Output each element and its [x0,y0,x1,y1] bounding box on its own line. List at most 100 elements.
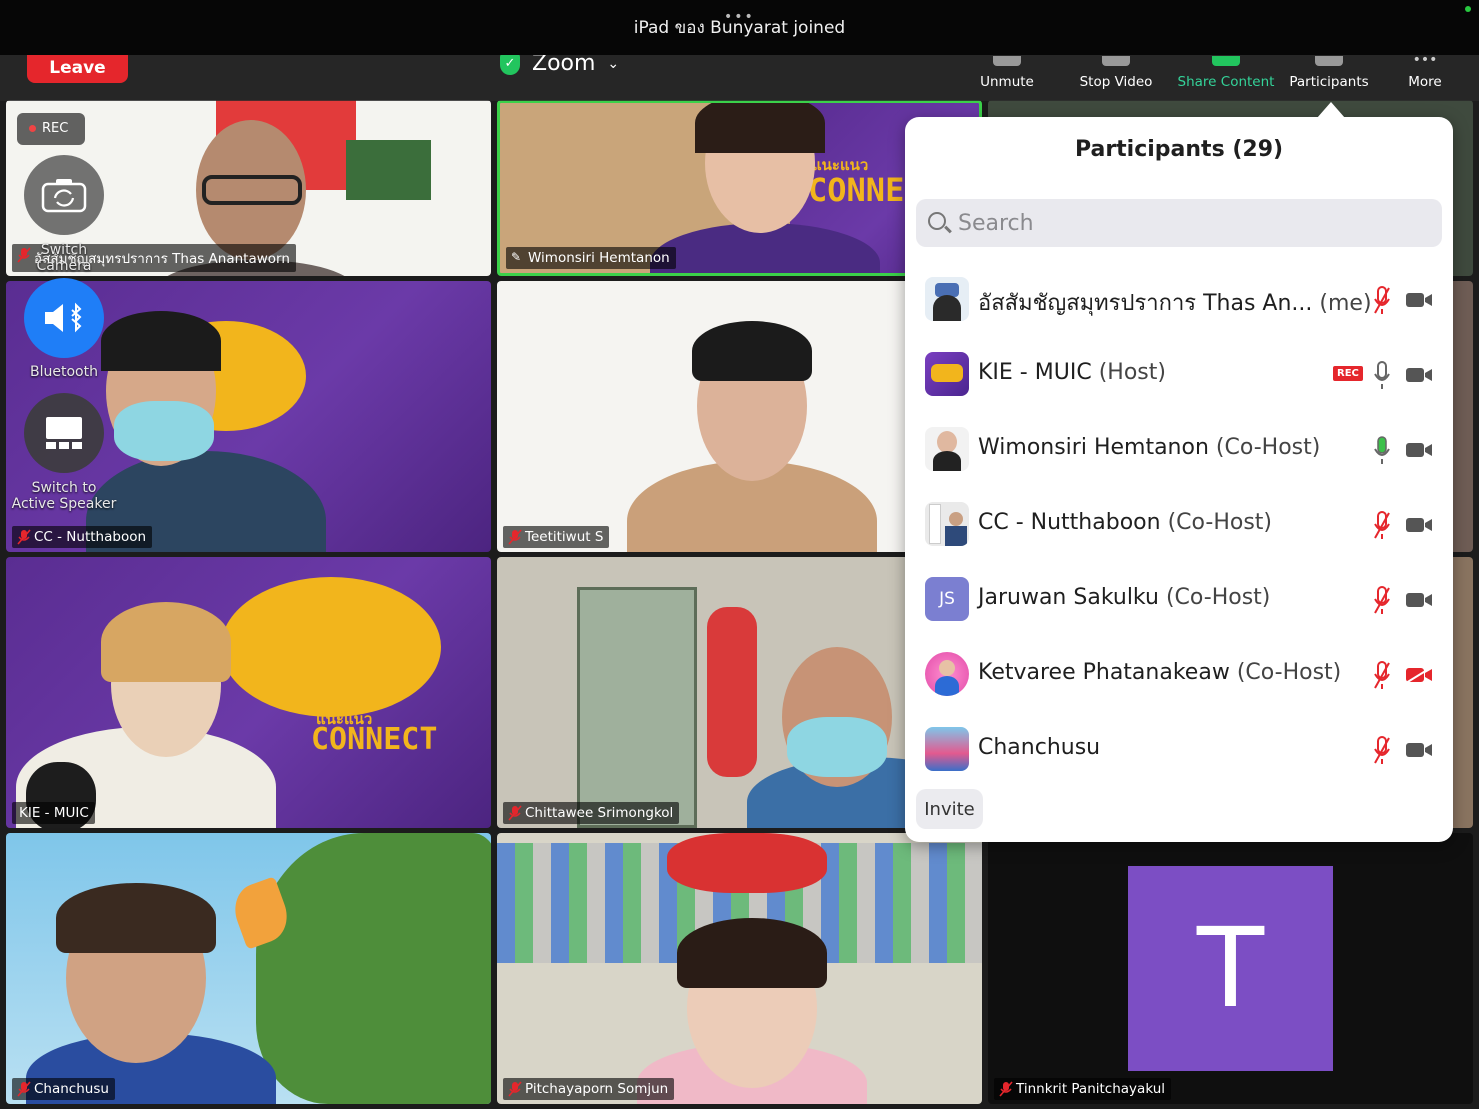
participant-row[interactable]: KIE - MUIC (Host) REC [905,338,1453,413]
mic-icon[interactable] [1373,360,1391,390]
tile-name: Chanchusu [34,1081,109,1097]
mic-muted-icon [508,529,522,545]
mic-muted-icon [999,1081,1013,1097]
participants-panel: Participants (29) อัสสัมชัญสมุทรปราการ T… [905,117,1453,842]
camera-indicator-icon [1465,6,1471,12]
video-camera-icon[interactable] [1405,516,1433,534]
share-icon [1212,56,1240,66]
mic-muted-icon[interactable] [1373,585,1391,615]
participants-icon [1315,56,1343,66]
mic-muted-icon[interactable] [1373,285,1391,315]
brain-graphic [221,577,441,717]
tile-name-tag: KIE - MUIC [12,802,95,824]
mic-muted-icon[interactable] [1373,735,1391,765]
video-tile[interactable]: Pitchayaporn Somjun [497,833,982,1104]
mic-muted-icon[interactable] [1373,660,1391,690]
popover-arrow [1317,102,1345,118]
mic-muted-icon[interactable] [1373,510,1391,540]
cabinet-graphic [577,587,697,828]
participant-name-text: Ketvaree Phatanakeaw [978,660,1230,685]
hair-graphic [695,103,825,153]
participant-name-text: Chanchusu [978,735,1101,760]
participant-role: (Co-Host) [1215,435,1321,460]
participant-row[interactable]: CC - Nutthaboon (Co-Host) [905,488,1453,563]
mic-muted-icon [993,56,1021,66]
switch-camera-button[interactable] [24,155,104,235]
recording-badge: REC [1333,366,1363,381]
participant-name: Ketvaree Phatanakeaw (Co-Host) [978,660,1341,685]
video-camera-icon[interactable] [1405,441,1433,459]
participant-name-text: Wimonsiri Hemtanon [978,435,1209,460]
more-button[interactable]: ••• More [1400,52,1450,90]
share-content-button[interactable]: Share Content [1172,56,1280,90]
recording-indicator: REC [17,113,85,145]
participant-row[interactable]: Ketvaree Phatanakeaw (Co-Host) [905,638,1453,713]
switch-active-speaker-label: Switch to Active Speaker [8,480,120,512]
participant-row[interactable]: Wimonsiri Hemtanon (Co-Host) [905,413,1453,488]
participant-role: (Co-Host) [1167,510,1272,535]
mic-muted-icon [17,529,31,545]
search-icon [928,212,946,230]
leave-button[interactable]: Leave [27,53,128,83]
active-speaker-icon [46,417,82,449]
participants-button[interactable]: Participants [1284,56,1374,90]
switch-active-line2: Active Speaker [11,496,117,512]
video-camera-icon[interactable] [1405,291,1433,309]
mic-speaking-icon[interactable] [1373,435,1391,465]
unmute-label: Unmute [980,74,1034,90]
participant-avatar [925,652,969,696]
tile-name: KIE - MUIC [19,805,89,821]
recording-label: REC [42,121,69,136]
face-mask-graphic [787,717,887,777]
hair-graphic [56,883,216,953]
search-box[interactable] [916,199,1442,247]
participant-initials-avatar: JS [925,577,969,621]
participant-role: (me) [1319,291,1372,316]
face-mask-graphic [114,401,214,461]
tile-name-tag: Teetitiwut S [503,526,610,548]
participant-avatar [925,502,969,546]
mic-muted-icon [17,1081,31,1097]
tile-name: Pitchayaporn Somjun [525,1081,669,1097]
chalkboard-graphic [346,140,431,200]
tile-name: Wimonsiri Hemtanon [528,250,670,266]
invite-button[interactable]: Invite [916,789,983,829]
audio-output-button[interactable] [24,278,104,358]
glasses-graphic [202,175,302,205]
more-label: More [1408,74,1442,90]
participant-avatar [925,427,969,471]
video-camera-off-icon[interactable] [1405,666,1433,684]
participant-row[interactable]: JS Jaruwan Sakulku (Co-Host) [905,563,1453,638]
tile-name: Teetitiwut S [525,529,604,545]
switch-active-speaker-button[interactable] [24,393,104,473]
video-camera-icon[interactable] [1405,591,1433,609]
search-input[interactable] [958,207,1428,239]
video-tile-avatar[interactable]: T Tinnkrit Panitchayakul [988,833,1473,1104]
participant-name: CC - Nutthaboon (Co-Host) [978,510,1272,535]
participant-name: อัสสัมชัญสมุทรปราการ Thas An... (me) [978,285,1372,320]
stop-video-button[interactable]: Stop Video [1074,56,1158,90]
recording-dot-icon [29,125,36,132]
video-tile[interactable]: Chanchusu [6,833,491,1104]
switch-camera-icon [41,179,87,213]
unmute-button[interactable]: Unmute [972,56,1042,90]
participant-row[interactable]: อัสสัมชัญสมุทรปราการ Thas An... (me) [905,263,1453,338]
hair-graphic [692,321,812,381]
mic-muted-icon [508,805,522,821]
tile-name-tag: Chittawee Srimongkol [503,802,680,824]
bow-decoration [667,833,827,893]
multitask-dots-icon[interactable]: ••• [724,10,755,24]
zoom-meeting-screen: ••• iPad ของ Bunyarat joined อัสสัมชัญสม… [0,0,1479,1109]
tile-name-tag: Chanchusu [12,1078,115,1100]
video-camera-icon[interactable] [1405,366,1433,384]
participant-avatar [925,277,969,321]
participant-row[interactable]: Chanchusu [905,713,1453,788]
participant-role: (Host) [1098,360,1166,385]
participants-title: Participants (29) [1074,137,1284,162]
video-tile[interactable]: CONNECT แนะแนว KIE - MUIC [6,557,491,828]
participant-role: (Co-Host) [1165,585,1271,610]
video-camera-icon[interactable] [1405,741,1433,759]
tile-name-tag: CC - Nutthaboon [12,526,153,548]
backdrop-text: แนะแนว [812,156,869,174]
video-camera-icon [1102,56,1130,66]
